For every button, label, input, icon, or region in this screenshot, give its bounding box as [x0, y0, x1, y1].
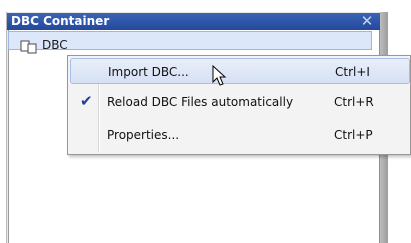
- menu-item-properties[interactable]: Properties... Ctrl+P: [70, 122, 410, 148]
- tree-node-label[interactable]: DBC: [42, 38, 68, 52]
- tree-node-icon: [20, 40, 37, 54]
- close-icon[interactable]: ✕: [360, 13, 374, 30]
- menu-item-shortcut: Ctrl+P: [334, 128, 373, 142]
- context-menu: Import DBC... Ctrl+I ✔ Reload DBC Files …: [67, 55, 411, 155]
- mouse-pointer-icon: [212, 65, 227, 86]
- menu-item-shortcut: Ctrl+I: [335, 65, 370, 79]
- check-icon: ✔: [80, 92, 93, 110]
- panel-title: DBC Container: [11, 14, 110, 28]
- menu-item-label: Import DBC...: [108, 65, 189, 79]
- menu-item-shortcut: Ctrl+R: [334, 95, 374, 109]
- menu-item-reload-dbc[interactable]: ✔ Reload DBC Files automatically Ctrl+R: [70, 89, 410, 115]
- menu-item-label: Reload DBC Files automatically: [107, 95, 294, 109]
- menu-item-label: Properties...: [107, 128, 180, 142]
- menu-item-import-dbc[interactable]: Import DBC... Ctrl+I: [70, 58, 410, 84]
- panel-titlebar: DBC Container ✕: [7, 13, 380, 30]
